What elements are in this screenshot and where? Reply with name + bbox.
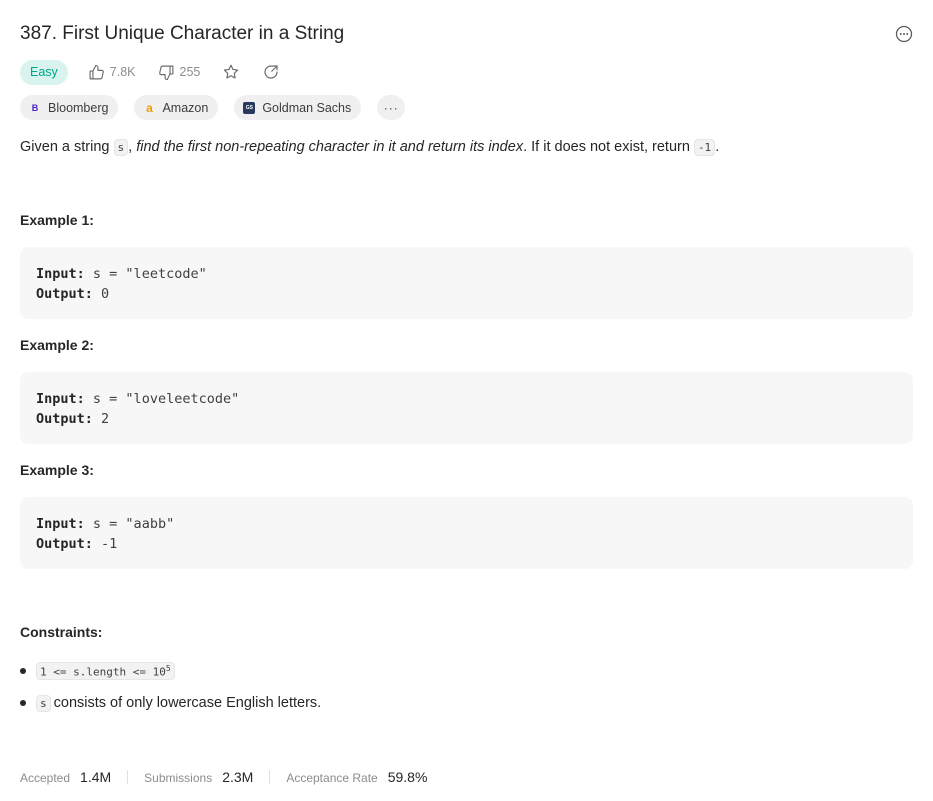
constraints-heading: Constraints: xyxy=(20,624,103,640)
company-tag-bloomberg[interactable]: B Bloomberg xyxy=(20,95,119,120)
constraint-item: 1 <= s.length <= 105 xyxy=(20,658,321,684)
thumbs-down-icon xyxy=(158,65,173,80)
constraints-list: 1 <= s.length <= 105 s consists of only … xyxy=(20,658,321,722)
dislike-count: 255 xyxy=(179,65,201,79)
like-button[interactable]: 7.8K xyxy=(88,64,136,81)
example-output: 0 xyxy=(101,286,110,302)
difficulty-badge: Easy xyxy=(20,59,68,85)
example-3-heading: Example 3: xyxy=(20,462,94,478)
acceptance-rate-stat: Acceptance Rate 59.8% xyxy=(286,769,428,785)
example-input: s = "loveleetcode" xyxy=(92,391,240,407)
inline-code: 1 <= s.length <= 105 xyxy=(36,661,175,681)
description-emphasis: find the first non-repeating character i… xyxy=(136,139,524,155)
company-tag-amazon[interactable]: a Amazon xyxy=(134,95,219,120)
accepted-stat: Accepted 1.4M xyxy=(20,769,112,785)
dislike-button[interactable]: 255 xyxy=(158,64,201,81)
amazon-logo-icon: a xyxy=(146,100,153,115)
favorite-button[interactable] xyxy=(222,63,240,81)
example-2-heading: Example 2: xyxy=(20,337,94,353)
company-tag-label: Bloomberg xyxy=(48,100,109,115)
title-row: 387. First Unique Character in a String xyxy=(20,20,913,48)
example-3-block: Input: s = "aabb" Output: -1 xyxy=(20,497,913,569)
more-horizontal-circle-icon[interactable] xyxy=(895,25,913,43)
stat-divider xyxy=(127,770,129,784)
constraint-item: s consists of only lowercase English let… xyxy=(20,690,321,716)
inline-code: s xyxy=(113,139,129,156)
example-1-block: Input: s = "leetcode" Output: 0 xyxy=(20,247,913,319)
star-icon xyxy=(224,64,239,79)
company-tag-label: Amazon xyxy=(162,100,209,115)
example-input: s = "leetcode" xyxy=(92,266,207,282)
inline-code: -1 xyxy=(693,139,716,156)
company-tag-label: Goldman Sachs xyxy=(262,100,352,115)
example-output: 2 xyxy=(101,411,110,427)
goldman-sachs-logo-icon: GS xyxy=(243,101,256,114)
company-tags-row: B Bloomberg a Amazon GS Goldman Sachs ··… xyxy=(20,95,406,120)
problem-title[interactable]: 387. First Unique Character in a String xyxy=(20,23,344,45)
example-output: -1 xyxy=(101,536,118,552)
more-tags-button[interactable]: ··· xyxy=(377,95,406,120)
share-icon xyxy=(264,65,278,79)
submission-stats: Accepted 1.4M Submissions 2.3M Acceptanc… xyxy=(20,766,427,788)
bloomberg-logo-icon: B xyxy=(31,102,39,113)
problem-description-panel: 387. First Unique Character in a String … xyxy=(0,0,933,801)
problem-meta-row: Easy 7.8K 255 xyxy=(20,59,302,85)
problem-description: Given a string s, find the first non-rep… xyxy=(20,139,720,156)
company-tag-goldman-sachs[interactable]: GS Goldman Sachs xyxy=(234,95,362,120)
example-1-heading: Example 1: xyxy=(20,212,94,228)
like-count: 7.8K xyxy=(109,65,136,79)
inline-code: s xyxy=(36,694,51,712)
share-button[interactable] xyxy=(262,63,280,81)
submissions-stat: Submissions 2.3M xyxy=(144,769,254,785)
stat-divider xyxy=(269,770,271,784)
thumbs-up-icon xyxy=(89,64,104,79)
example-input: s = "aabb" xyxy=(92,516,175,532)
example-2-block: Input: s = "loveleetcode" Output: 2 xyxy=(20,372,913,444)
